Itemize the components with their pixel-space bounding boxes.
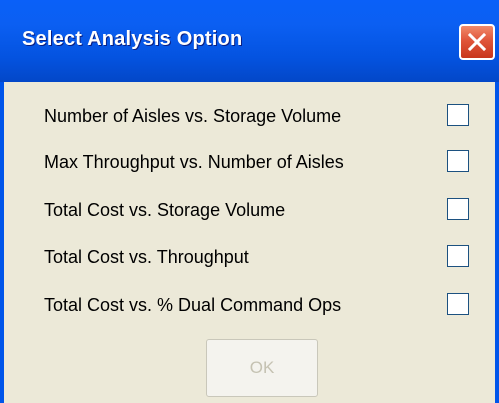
option-checkbox[interactable]	[447, 150, 469, 172]
close-button[interactable]	[459, 24, 495, 60]
option-row-cost-vs-throughput: Total Cost vs. Throughput	[4, 237, 495, 277]
title-bar[interactable]: Select Analysis Option	[0, 0, 499, 82]
ok-button[interactable]: OK	[206, 339, 318, 397]
option-label: Max Throughput vs. Number of Aisles	[44, 152, 344, 172]
option-label: Total Cost vs. Storage Volume	[44, 200, 286, 220]
option-checkbox[interactable]	[447, 245, 469, 267]
dialog-title: Select Analysis Option	[22, 28, 243, 50]
close-icon	[467, 32, 487, 52]
option-label: Number of Aisles vs. Storage Volume	[44, 106, 342, 126]
option-label: Total Cost vs. Throughput	[44, 247, 249, 267]
dialog-body: Number of Aisles vs. Storage Volume Max …	[4, 82, 495, 403]
option-row-cost-vs-dual-command: Total Cost vs. % Dual Command Ops	[4, 285, 495, 325]
dialog-window: Select Analysis Option Number of Aisles …	[0, 0, 499, 403]
option-row-aisles-vs-storage: Number of Aisles vs. Storage Volume	[4, 96, 495, 136]
option-checkbox[interactable]	[447, 293, 469, 315]
option-checkbox[interactable]	[447, 104, 469, 126]
option-row-cost-vs-storage: Total Cost vs. Storage Volume	[4, 190, 495, 230]
option-checkbox[interactable]	[447, 198, 469, 220]
option-row-throughput-vs-aisles: Max Throughput vs. Number of Aisles	[4, 142, 495, 182]
option-label: Total Cost vs. % Dual Command Ops	[44, 295, 342, 315]
